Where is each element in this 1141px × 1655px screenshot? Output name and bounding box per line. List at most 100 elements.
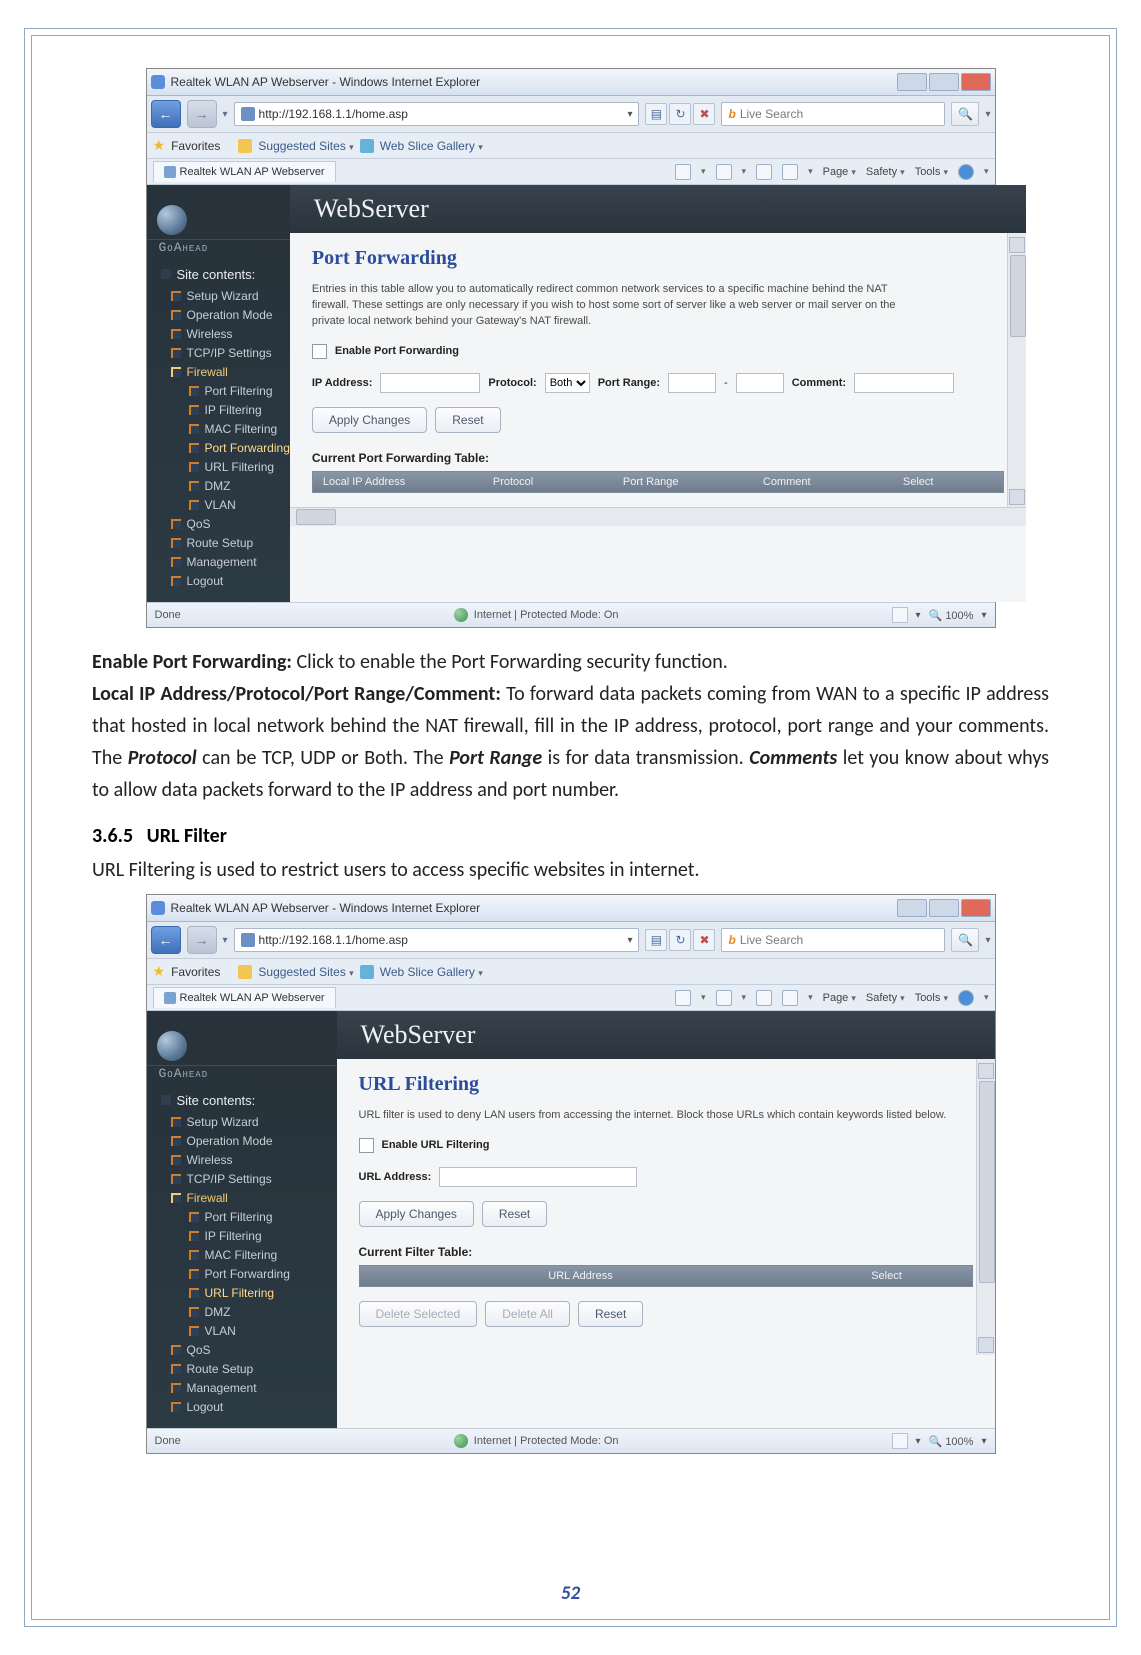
suggested-sites-link[interactable]: Suggested Sites ▾: [258, 139, 353, 153]
sidebar-item-dmz[interactable]: DMZ: [147, 1302, 337, 1321]
back-button[interactable]: ←: [151, 100, 181, 128]
enable-checkbox[interactable]: [312, 344, 327, 359]
url-dropdown-icon[interactable]: ▾: [627, 109, 632, 120]
url-input-field[interactable]: [439, 1167, 637, 1187]
browser-tab[interactable]: Realtek WLAN AP Webserver: [153, 987, 336, 1008]
delete-selected-button[interactable]: Delete Selected: [359, 1301, 478, 1327]
tools-menu[interactable]: Tools ▾: [915, 992, 948, 1004]
sidebar-item-mac-filtering[interactable]: MAC Filtering: [147, 1245, 337, 1264]
safety-menu[interactable]: Safety ▾: [866, 166, 905, 178]
url-dropdown-icon[interactable]: ▾: [627, 935, 632, 946]
vertical-scrollbar[interactable]: [976, 1059, 995, 1355]
feeds-icon[interactable]: [716, 990, 732, 1006]
home-icon[interactable]: [675, 990, 691, 1006]
forward-button[interactable]: →: [187, 100, 217, 128]
sidebar-item-ip-filtering[interactable]: IP Filtering: [147, 1226, 337, 1245]
compat-view-button[interactable]: ▤: [645, 103, 667, 125]
url-input[interactable]: http://192.168.1.1/home.asp ▾: [234, 102, 640, 126]
forward-button[interactable]: →: [187, 926, 217, 954]
sidebar-item-qos[interactable]: QoS: [147, 514, 290, 533]
sidebar-item-route[interactable]: Route Setup: [147, 533, 290, 552]
sidebar-item-port-forwarding[interactable]: Port Forwarding: [147, 1264, 337, 1283]
help-icon[interactable]: [958, 990, 974, 1006]
enable-checkbox[interactable]: [359, 1138, 374, 1153]
search-input[interactable]: b Live Search: [721, 102, 945, 126]
vertical-scrollbar[interactable]: [1007, 233, 1026, 507]
reset-button-2[interactable]: Reset: [578, 1301, 643, 1327]
home-icon[interactable]: [675, 164, 691, 180]
sidebar-item-ip-filtering[interactable]: IP Filtering: [147, 400, 290, 419]
feeds-icon[interactable]: [716, 164, 732, 180]
suggested-sites-link[interactable]: Suggested Sites ▾: [258, 965, 353, 979]
sidebar-item-vlan[interactable]: VLAN: [147, 495, 290, 514]
close-button[interactable]: [961, 899, 991, 917]
sidebar-item-setup[interactable]: Setup Wizard: [147, 1112, 337, 1131]
stop-button[interactable]: ✖: [693, 103, 715, 125]
search-button[interactable]: 🔍: [951, 102, 979, 126]
sidebar-item-port-filtering[interactable]: Port Filtering: [147, 381, 290, 400]
horizontal-scrollbar[interactable]: [290, 507, 1026, 526]
refresh-button[interactable]: ↻: [669, 929, 691, 951]
print-icon[interactable]: [782, 990, 798, 1006]
search-options-icon[interactable]: ▾: [985, 935, 990, 946]
sidebar-item-management[interactable]: Management: [147, 1378, 337, 1397]
protocol-select[interactable]: Both: [545, 373, 590, 393]
sidebar-item-firewall[interactable]: Firewall: [147, 1188, 337, 1207]
reset-button[interactable]: Reset: [482, 1201, 547, 1227]
minimize-button[interactable]: [897, 73, 927, 91]
help-icon[interactable]: [958, 164, 974, 180]
back-button[interactable]: ←: [151, 926, 181, 954]
zoom-out-icon[interactable]: [892, 607, 908, 623]
reset-button[interactable]: Reset: [435, 407, 500, 433]
sidebar-item-mac-filtering[interactable]: MAC Filtering: [147, 419, 290, 438]
compat-view-button[interactable]: ▤: [645, 929, 667, 951]
comment-input[interactable]: [854, 373, 954, 393]
sidebar-item-tcpip[interactable]: TCP/IP Settings: [147, 343, 290, 362]
sidebar-item-logout[interactable]: Logout: [147, 1397, 337, 1416]
sidebar-item-management[interactable]: Management: [147, 552, 290, 571]
port-from-input[interactable]: [668, 373, 716, 393]
sidebar-item-operation[interactable]: Operation Mode: [147, 1131, 337, 1150]
sidebar-item-vlan[interactable]: VLAN: [147, 1321, 337, 1340]
search-input[interactable]: b Live Search: [721, 928, 945, 952]
print-icon[interactable]: [782, 164, 798, 180]
browser-tab[interactable]: Realtek WLAN AP Webserver: [153, 161, 336, 182]
sidebar-item-url-filtering[interactable]: URL Filtering: [147, 1283, 337, 1302]
page-menu[interactable]: Page ▾: [823, 992, 856, 1004]
maximize-button[interactable]: [929, 73, 959, 91]
apply-button[interactable]: Apply Changes: [312, 407, 427, 433]
delete-all-button[interactable]: Delete All: [485, 1301, 570, 1327]
close-button[interactable]: [961, 73, 991, 91]
refresh-button[interactable]: ↻: [669, 103, 691, 125]
sidebar-item-firewall[interactable]: Firewall: [147, 362, 290, 381]
search-options-icon[interactable]: ▾: [985, 109, 990, 120]
history-dropdown-icon[interactable]: ▾: [223, 935, 228, 946]
mail-icon[interactable]: [756, 164, 772, 180]
sidebar-item-setup[interactable]: Setup Wizard: [147, 286, 290, 305]
sidebar-item-operation[interactable]: Operation Mode: [147, 305, 290, 324]
sidebar-item-wireless[interactable]: Wireless: [147, 1150, 337, 1169]
favorites-star-icon[interactable]: ★: [153, 137, 166, 154]
web-slice-link[interactable]: Web Slice Gallery ▾: [380, 139, 483, 153]
sidebar-item-logout[interactable]: Logout: [147, 571, 290, 590]
sidebar-item-port-filtering[interactable]: Port Filtering: [147, 1207, 337, 1226]
sidebar-item-dmz[interactable]: DMZ: [147, 476, 290, 495]
sidebar-item-qos[interactable]: QoS: [147, 1340, 337, 1359]
url-input[interactable]: http://192.168.1.1/home.asp ▾: [234, 928, 640, 952]
tools-menu[interactable]: Tools ▾: [915, 166, 948, 178]
favorites-star-icon[interactable]: ★: [153, 963, 166, 980]
sidebar-item-route[interactable]: Route Setup: [147, 1359, 337, 1378]
sidebar-item-tcpip[interactable]: TCP/IP Settings: [147, 1169, 337, 1188]
port-to-input[interactable]: [736, 373, 784, 393]
sidebar-item-url-filtering[interactable]: URL Filtering: [147, 457, 290, 476]
history-dropdown-icon[interactable]: ▾: [223, 109, 228, 120]
apply-button[interactable]: Apply Changes: [359, 1201, 474, 1227]
page-menu[interactable]: Page ▾: [823, 166, 856, 178]
ip-input[interactable]: [380, 373, 480, 393]
maximize-button[interactable]: [929, 899, 959, 917]
mail-icon[interactable]: [756, 990, 772, 1006]
zoom-out-icon[interactable]: [892, 1433, 908, 1449]
minimize-button[interactable]: [897, 899, 927, 917]
sidebar-item-wireless[interactable]: Wireless: [147, 324, 290, 343]
stop-button[interactable]: ✖: [693, 929, 715, 951]
